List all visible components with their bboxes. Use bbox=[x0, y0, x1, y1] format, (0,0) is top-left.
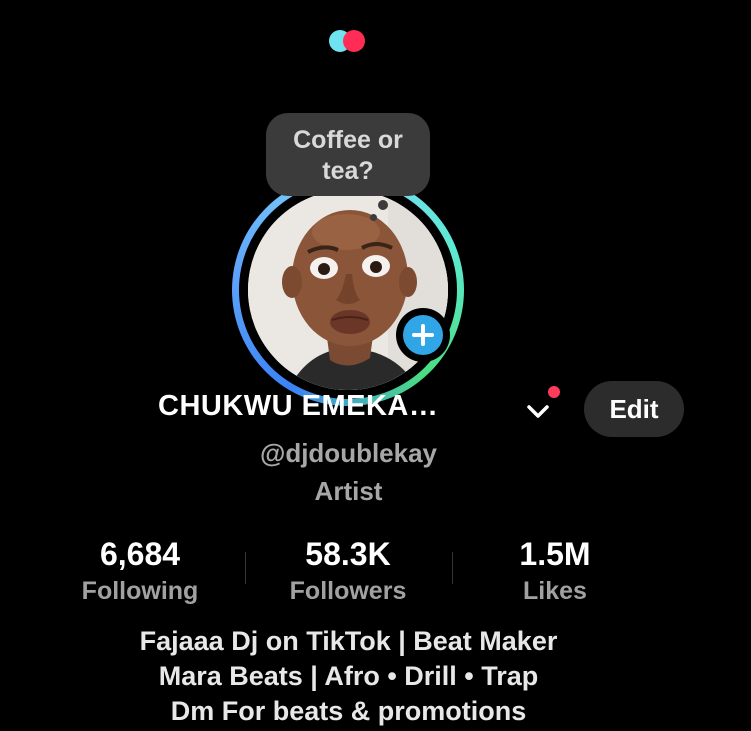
username: @djdoublekay bbox=[259, 438, 438, 468]
following-label: Following bbox=[81, 577, 199, 605]
stat-likes[interactable]: 1.5M Likes bbox=[465, 534, 645, 608]
status-bubble-line2: tea? bbox=[322, 157, 374, 185]
profile-bio: Fajaaa Dj on TikTok | Beat Maker Mara Be… bbox=[0, 624, 697, 729]
bio-line: Mara Beats | Afro • Drill • Trap bbox=[158, 661, 539, 691]
stat-divider bbox=[245, 552, 246, 584]
following-count: 6,684 bbox=[99, 536, 181, 572]
chevron-down-icon[interactable] bbox=[523, 396, 553, 426]
edit-profile-button[interactable]: Edit bbox=[584, 381, 684, 437]
stat-followers[interactable]: 58.3K Followers bbox=[258, 534, 438, 608]
followers-count: 58.3K bbox=[305, 536, 391, 572]
status-bubble-line1: Coffee or bbox=[293, 126, 403, 154]
notification-dot bbox=[548, 386, 560, 398]
bio-line: Fajaaa Dj on TikTok | Beat Maker bbox=[139, 626, 558, 656]
plus-icon bbox=[412, 324, 434, 346]
profile-avatar[interactable] bbox=[232, 174, 464, 406]
status-bubble[interactable]: Coffee or tea? bbox=[266, 113, 430, 196]
stat-following[interactable]: 6,684 Following bbox=[50, 534, 230, 608]
likes-count: 1.5M bbox=[519, 536, 591, 572]
bubble-tail-dot bbox=[378, 200, 388, 210]
profile-category: Artist bbox=[314, 476, 383, 506]
logo-dot-red bbox=[343, 30, 365, 52]
bio-line: Dm For beats & promotions bbox=[170, 696, 527, 726]
stat-divider bbox=[452, 552, 453, 584]
add-story-button[interactable] bbox=[396, 308, 450, 362]
likes-label: Likes bbox=[523, 577, 587, 605]
display-name: CHUKWU EMEKA… bbox=[158, 390, 439, 422]
followers-label: Followers bbox=[289, 577, 407, 605]
bubble-tail-dot-small bbox=[370, 214, 377, 221]
app-logo bbox=[329, 30, 373, 52]
